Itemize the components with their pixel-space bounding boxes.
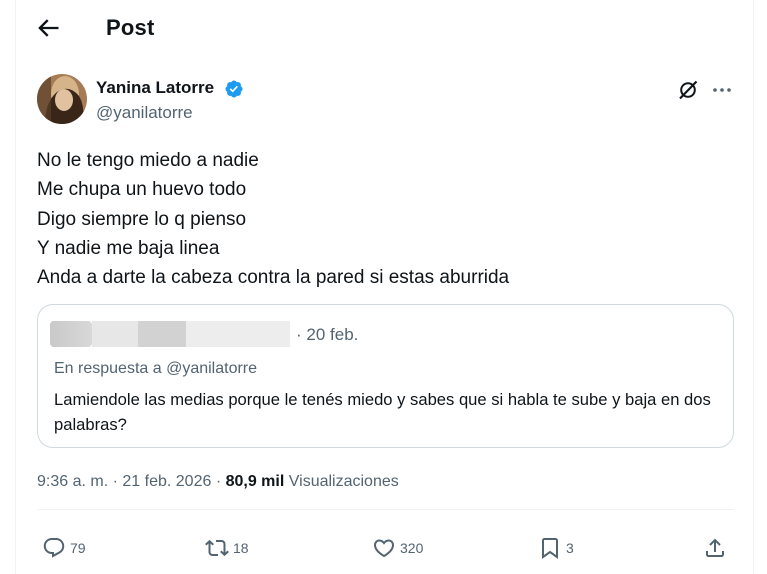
header: Post bbox=[0, 0, 767, 58]
more-icon[interactable] bbox=[710, 78, 734, 102]
bookmark-icon bbox=[542, 538, 558, 559]
author-handle[interactable]: @yanilatorre bbox=[96, 103, 193, 123]
retweet-count: 18 bbox=[233, 540, 249, 556]
redacted-handle bbox=[186, 321, 290, 347]
tweet-meta: 9:36 a. m. · 21 feb. 2026 · 80,9 mil Vis… bbox=[37, 473, 399, 491]
meta-separator: · bbox=[215, 473, 222, 490]
frame-border-left bbox=[15, 0, 16, 574]
tweet-date[interactable]: 21 feb. 2026 bbox=[122, 473, 211, 490]
tweet-line: No le tengo miedo a nadie bbox=[37, 150, 259, 171]
arrow-left-icon bbox=[38, 19, 59, 37]
page-title: Post bbox=[106, 15, 155, 40]
quote-date: · 20 feb. bbox=[296, 325, 359, 344]
meta-separator: · bbox=[112, 473, 118, 490]
grok-icon[interactable] bbox=[676, 78, 700, 102]
quoted-tweet-card[interactable]: · 20 feb. En respuesta a @yanilatorre La… bbox=[37, 304, 734, 448]
back-button[interactable] bbox=[34, 14, 66, 46]
heart-icon bbox=[373, 539, 395, 558]
tweet-time[interactable]: 9:36 a. m. bbox=[37, 473, 108, 490]
avatar[interactable] bbox=[37, 74, 87, 124]
tweet-text: No le tengo miedo a nadie Me chupa un hu… bbox=[37, 146, 737, 292]
views-label: Visualizaciones bbox=[288, 473, 399, 490]
tweet-line: Anda a darte la cabeza contra la pared s… bbox=[37, 267, 510, 289]
share-icon bbox=[706, 538, 724, 557]
reply-to-label: En respuesta a @yanilatorre bbox=[54, 360, 258, 377]
like-button[interactable]: 320 bbox=[372, 534, 423, 562]
share-button[interactable] bbox=[703, 534, 727, 562]
reply-button[interactable]: 79 bbox=[42, 534, 86, 562]
like-count: 320 bbox=[400, 540, 424, 556]
tweet-line: Y nadie me baja linea bbox=[37, 237, 220, 259]
tweet-line: Digo siempre lo q pienso bbox=[37, 208, 247, 230]
verified-badge-icon bbox=[225, 80, 243, 98]
tweet-line: Me chupa un huevo todo bbox=[37, 179, 247, 201]
divider bbox=[37, 509, 734, 510]
redacted-username bbox=[138, 321, 186, 347]
bookmark-count: 3 bbox=[566, 540, 574, 556]
reply-count: 79 bbox=[70, 540, 86, 556]
views-count: 80,9 mil bbox=[225, 473, 285, 490]
bookmark-button[interactable]: 3 bbox=[538, 534, 574, 562]
redacted-username bbox=[92, 321, 138, 347]
avatar-image bbox=[37, 74, 87, 124]
redacted-avatar bbox=[50, 321, 92, 347]
retweet-button[interactable]: 18 bbox=[205, 534, 249, 562]
frame-border-right bbox=[753, 0, 754, 574]
author-name[interactable]: Yanina Latorre bbox=[96, 78, 214, 98]
retweet-icon bbox=[205, 539, 229, 557]
reply-icon bbox=[43, 538, 65, 558]
quote-text: Lamiendole las medias porque le tenés mi… bbox=[54, 390, 711, 434]
